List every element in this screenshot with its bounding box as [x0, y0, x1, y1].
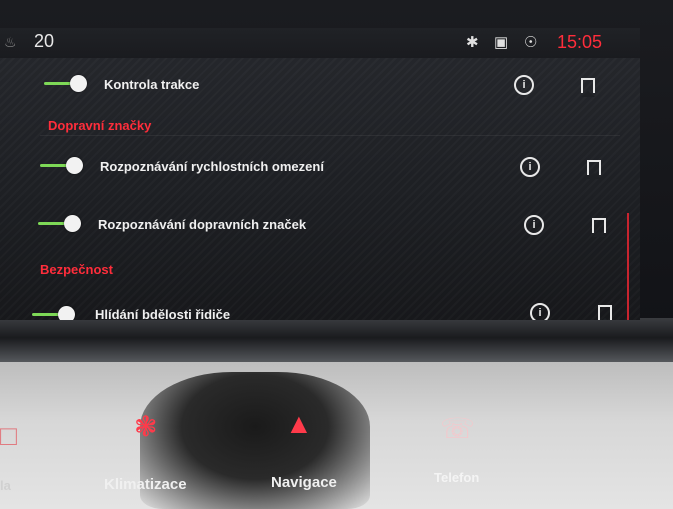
row-label: Kontrola trakce — [104, 77, 200, 92]
phone-icon[interactable]: ☏ — [440, 412, 475, 445]
list-item[interactable]: Hlídání bdělosti řidiče i — [0, 293, 640, 320]
bluetooth-icon: ✱ — [466, 34, 479, 51]
info-icon[interactable]: i — [530, 303, 550, 320]
partial-icon: □ — [0, 420, 17, 451]
status-bar: ♨ 20 ✱ ▣ ☉ 15:05 — [0, 28, 640, 58]
scrollbar[interactable] — [627, 213, 629, 320]
info-icon[interactable]: i — [520, 157, 540, 177]
row-label: Hlídání bdělosti řidiče — [95, 307, 231, 320]
list-item[interactable]: Rozpoznávání rychlostních omezení i — [0, 140, 640, 190]
info-icon[interactable]: i — [514, 75, 534, 95]
list-item[interactable]: Rozpoznávání dopravních značek i — [0, 200, 640, 250]
section-header: Bezpečnost — [40, 262, 113, 277]
toggle-switch[interactable] — [38, 215, 88, 233]
bookmark-icon[interactable] — [592, 218, 606, 237]
navigation-button[interactable]: Navigace — [271, 474, 337, 491]
section-header: Dopravní značky — [48, 118, 152, 133]
navigation-icon[interactable]: ▲ — [285, 408, 313, 440]
location-icon: ☉ — [524, 34, 538, 51]
infotainment-screen: ♨ 20 ✱ ▣ ☉ 15:05 Kontrola trakce i Dopra… — [0, 28, 640, 320]
row-label: Rozpoznávání rychlostních omezení — [100, 159, 324, 174]
radio-icon: ▣ — [494, 34, 509, 51]
clock: 15:05 — [557, 32, 603, 52]
bezel-edge — [0, 318, 673, 362]
list-item[interactable]: Kontrola trakce i — [0, 63, 640, 113]
toggle-switch[interactable] — [40, 157, 90, 175]
bookmark-icon[interactable] — [598, 305, 612, 320]
row-label: Rozpoznávání dopravních značek — [98, 217, 307, 232]
climate-button[interactable]: Klimatizace — [104, 476, 187, 493]
temperature-readout[interactable]: 20 — [34, 31, 54, 52]
climate-icon[interactable]: ❃ — [134, 410, 157, 443]
toggle-switch[interactable] — [32, 306, 82, 320]
panel-button-partial[interactable]: la — [0, 478, 11, 493]
info-icon[interactable]: i — [524, 215, 544, 235]
toggle-switch[interactable] — [44, 75, 94, 93]
seat-heat-icon[interactable]: ♨ — [4, 34, 17, 51]
phone-button[interactable]: Telefon — [434, 470, 479, 485]
bookmark-icon[interactable] — [581, 78, 595, 97]
bookmark-icon[interactable] — [587, 160, 601, 179]
